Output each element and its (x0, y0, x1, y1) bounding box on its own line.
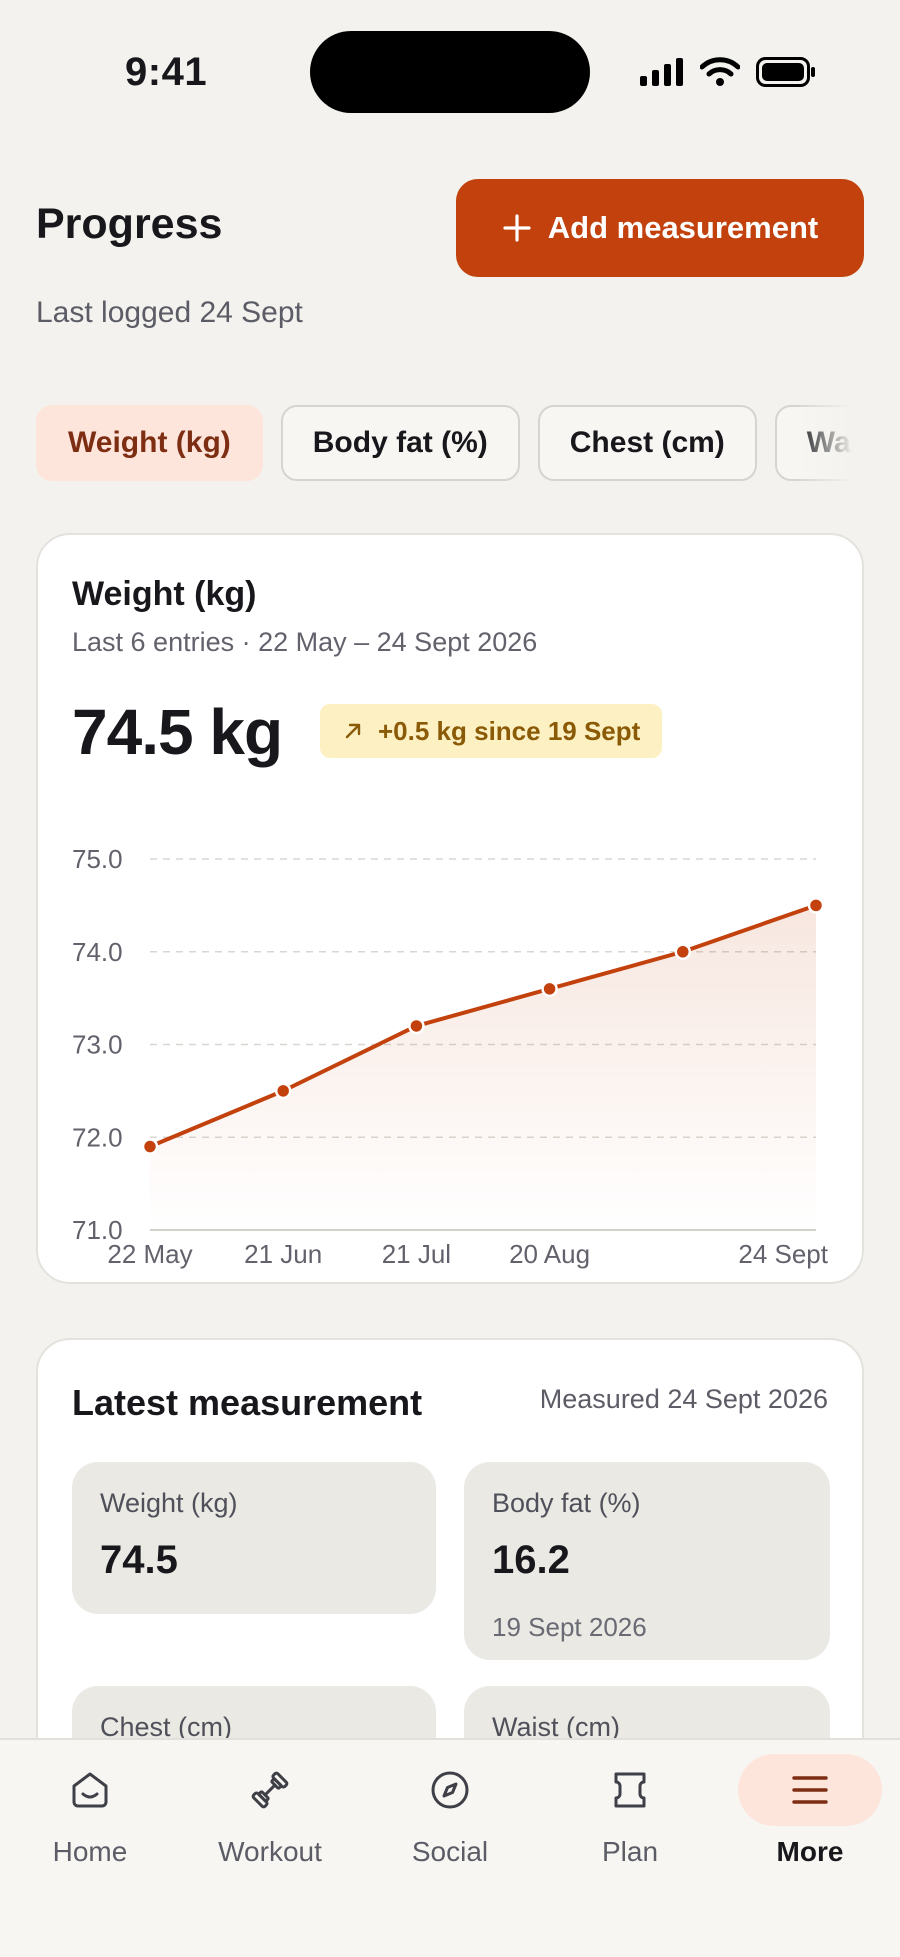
plan-icon (614, 1772, 646, 1808)
arrow-up-right-icon (345, 723, 361, 739)
chip-weight-kg[interactable]: Weight (kg) (36, 405, 263, 481)
y-tick-label: 73.0 (72, 1030, 123, 1060)
current-weight-value: 74.5 kg (72, 696, 283, 768)
x-tick-label: 20 Aug (509, 1239, 590, 1269)
wifi-icon (700, 57, 740, 86)
nav-label-plan: Plan (601, 1836, 659, 1867)
latest-measurement-title: Latest measurement (72, 1382, 423, 1423)
nav-label-more: More (776, 1836, 844, 1867)
status-icons (640, 52, 816, 92)
nav-item-home[interactable]: Home (0, 1740, 180, 1890)
tile-body-fat[interactable]: Body fat (%) 16.2 19 Sept 2026 (464, 1462, 830, 1660)
chart-data-point[interactable] (674, 943, 692, 960)
x-tick-label: 22 May (107, 1239, 192, 1269)
status-time: 9:41 (125, 50, 208, 94)
menu-icon (792, 1776, 828, 1804)
y-tick-label: 74.0 (72, 937, 123, 967)
status-bar: 9:41 (0, 0, 900, 140)
bottom-navigation: Home Workout Social Plan More (0, 1738, 900, 1957)
nav-item-social[interactable]: Social (360, 1740, 540, 1890)
x-tick-label: 21 Jul (382, 1239, 451, 1269)
weight-chart-card: Weight (kg) Last 6 entries · 22 May – 24… (36, 533, 864, 1284)
page-subtitle: Last logged 24 Sept (36, 296, 303, 329)
tile-label: Body fat (%) (492, 1488, 641, 1518)
signal-icon (640, 58, 683, 86)
y-tick-label: 72.0 (72, 1122, 123, 1152)
chart-data-point[interactable] (807, 897, 825, 914)
home-icon (72, 1772, 108, 1808)
tile-value: 74.5 (100, 1538, 178, 1582)
chip-chest-cm[interactable]: Chest (cm) (537, 405, 757, 481)
chart-data-point[interactable] (141, 1138, 159, 1155)
chart-card-title: Weight (kg) (72, 575, 257, 613)
chart-card-subtitle: Last 6 entries · 22 May – 24 Sept 2026 (72, 627, 538, 657)
chart-data-point[interactable] (408, 1017, 425, 1035)
tile-date: 19 Sept 2026 (492, 1612, 647, 1642)
chip-body-fat[interactable]: Body fat (%) (280, 405, 520, 481)
compass-icon (431, 1771, 469, 1809)
plus-icon (503, 214, 531, 242)
delta-text: +0.5 kg since 19 Sept (378, 715, 641, 746)
chip-waist-cm[interactable]: Waist (cm) (774, 405, 864, 481)
nav-label-home: Home (52, 1836, 128, 1867)
tile-weight[interactable]: Weight (kg) 74.5 (72, 1462, 436, 1614)
metric-filter-chips: Weight (kg)Body fat (%)Chest (cm)Waist (… (36, 405, 864, 481)
add-measurement-label: Add measurement (547, 210, 819, 245)
page-title: Progress (36, 200, 223, 248)
nav-item-more[interactable]: More (720, 1740, 900, 1890)
dynamic-island (310, 31, 590, 113)
chart-data-point[interactable] (274, 1082, 292, 1100)
tile-label: Weight (kg) (100, 1488, 238, 1518)
add-measurement-button[interactable]: Add measurement (456, 179, 864, 277)
chart-area-fill (150, 905, 816, 1230)
delta-badge: +0.5 kg since 19 Sept (320, 704, 663, 758)
weight-line-chart: 75.074.073.072.071.022 May 21 Jun 21 Jul 20… (72, 844, 829, 1269)
tile-value: 16.2 (492, 1538, 570, 1582)
x-tick-label: 24 Sept (738, 1239, 828, 1269)
dumbbell-icon (251, 1771, 289, 1809)
nav-label-workout: Workout (218, 1836, 322, 1867)
nav-item-plan[interactable]: Plan (540, 1740, 720, 1890)
x-tick-label: 21 Jun (244, 1239, 322, 1269)
battery-icon (756, 57, 815, 87)
nav-item-workout[interactable]: Workout (180, 1740, 360, 1890)
latest-measurement-date: Measured 24 Sept 2026 (539, 1384, 828, 1414)
y-tick-label: 75.0 (72, 844, 123, 874)
chart-data-point[interactable] (541, 980, 558, 998)
nav-label-social: Social (411, 1836, 489, 1867)
